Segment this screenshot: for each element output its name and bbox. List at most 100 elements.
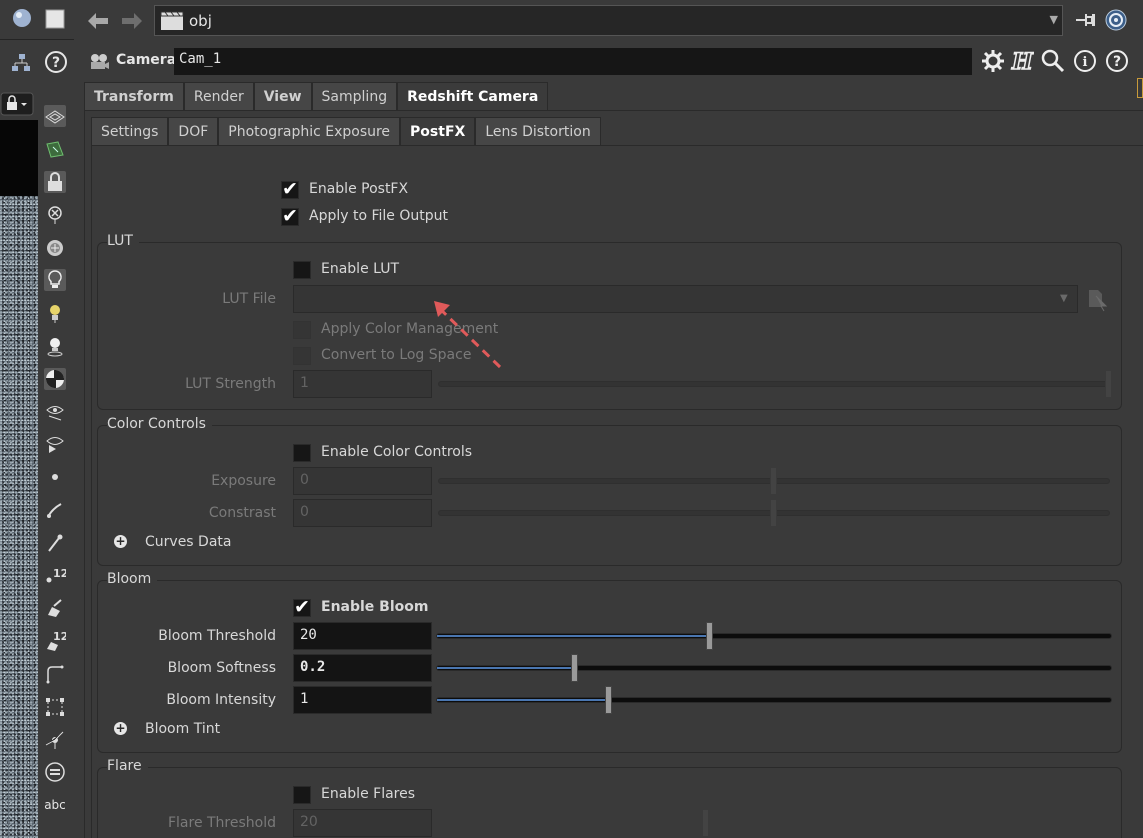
lock-dropdown-icon[interactable] [0, 92, 34, 116]
tab-settings[interactable]: Settings [91, 117, 169, 145]
box-icon[interactable] [44, 8, 66, 30]
tab-postfx[interactable]: PostFX [400, 117, 476, 145]
flare-threshold-handle[interactable] [702, 809, 709, 837]
tab-lens-distortion[interactable]: Lens Distortion [475, 117, 601, 145]
sphere-icon[interactable] [10, 6, 34, 32]
bloom-softness-slider[interactable] [436, 665, 1112, 671]
tool-camera-play[interactable] [40, 428, 70, 461]
back-arrow-icon[interactable] [86, 8, 112, 34]
bloom-tint-label[interactable]: Bloom Tint [145, 721, 220, 737]
bloom-intensity-handle[interactable] [605, 686, 612, 714]
lut-strength-field[interactable]: 1 [293, 370, 432, 398]
tab-photographic-exposure[interactable]: Photographic Exposure [218, 117, 401, 145]
bloom-softness-fill [437, 667, 572, 669]
operator-name-field[interactable]: Cam_1 [174, 48, 972, 75]
lut-file-dropdown-icon[interactable]: ▼ [1060, 293, 1068, 304]
log-space-checkbox[interactable] [293, 347, 311, 365]
bloom-intensity-field[interactable]: 1 [293, 686, 432, 714]
exposure-field[interactable]: 0 [293, 467, 432, 495]
tool-joint[interactable] [40, 723, 70, 756]
enable-lut-checkbox[interactable] [293, 261, 311, 279]
help-icon[interactable]: ? [1104, 48, 1130, 74]
tool-numeric-paint[interactable]: 12 [40, 625, 70, 658]
flare-threshold-field[interactable]: 20 [293, 809, 432, 837]
bloom-threshold-slider[interactable] [436, 633, 1112, 639]
tool-ortho-grid[interactable] [40, 100, 70, 133]
lut-file-label: LUT File [222, 291, 276, 307]
tool-paint[interactable] [40, 592, 70, 625]
tab-view[interactable]: View [253, 82, 312, 110]
contrast-label: Constrast [208, 505, 276, 521]
lut-strength-slider[interactable] [438, 381, 1110, 387]
apply-color-management-checkbox[interactable] [293, 321, 311, 339]
enable-bloom-checkbox[interactable]: ✔ [293, 596, 311, 618]
tool-ghost[interactable] [40, 198, 70, 231]
tab-dof[interactable]: DOF [168, 117, 219, 145]
tool-pin[interactable] [40, 526, 70, 559]
help-icon[interactable]: ? [44, 50, 68, 74]
sphere-light-icon [44, 237, 66, 259]
forward-arrow-icon[interactable] [118, 8, 144, 34]
link-target-icon[interactable] [1104, 8, 1128, 32]
enable-flares-checkbox[interactable] [293, 786, 311, 804]
gear-icon[interactable] [980, 48, 1006, 74]
enable-color-controls-checkbox[interactable] [293, 444, 311, 462]
hook-icon [44, 499, 66, 521]
enable-postfx-checkbox[interactable]: ✔ [281, 178, 299, 200]
path-dropdown-icon[interactable]: ▼ [1050, 13, 1058, 26]
lut-strength-slider-handle[interactable] [1105, 370, 1112, 398]
operator-header: Camera Cam_1 H i ? [74, 44, 1143, 78]
left-toolbar-top [0, 0, 74, 40]
exposure-slider-handle[interactable] [770, 467, 777, 495]
tool-bulb-pin[interactable] [40, 330, 70, 363]
contrast-field[interactable]: 0 [293, 499, 432, 527]
tool-font-ball[interactable] [40, 756, 70, 789]
tab-render[interactable]: Render [183, 82, 254, 110]
ghost-x-icon [44, 204, 66, 226]
search-icon[interactable] [1040, 48, 1066, 74]
info-icon[interactable]: i [1072, 48, 1098, 74]
numbered-paint-icon: 12 [44, 630, 66, 652]
lut-file-field[interactable] [293, 285, 1078, 313]
file-browse-icon[interactable] [1086, 286, 1110, 312]
tool-curve[interactable] [40, 658, 70, 691]
color-controls-group [97, 425, 1122, 566]
bloom-softness-handle[interactable] [571, 654, 579, 682]
tab-sampling[interactable]: Sampling [311, 82, 398, 110]
bloom-softness-field[interactable]: 0.2 [293, 654, 432, 682]
tool-numeric-point[interactable]: 12 [40, 559, 70, 592]
bloom-threshold-handle[interactable] [706, 622, 714, 650]
bloom-threshold-field[interactable]: 20 [293, 622, 432, 650]
curves-expand-icon[interactable]: + [114, 535, 127, 548]
checkmark-icon: ✔ [282, 205, 298, 227]
network-tree-icon[interactable] [10, 52, 34, 76]
bloom-tint-expand-icon[interactable]: + [114, 722, 127, 735]
right-edge-marker [1137, 78, 1143, 98]
contrast-slider-handle[interactable] [770, 499, 777, 527]
tool-lock[interactable] [40, 166, 70, 199]
tool-bulb[interactable] [40, 264, 70, 297]
tool-text[interactable]: abc [40, 789, 70, 822]
tool-point[interactable] [40, 461, 70, 494]
paint-brush-icon [44, 597, 66, 619]
parameter-editor: ? 12 12 abc obj ▼ Camera Cam_1 H i ? Tra… [0, 0, 1143, 838]
camera-node-icon [88, 50, 110, 72]
curves-data-label[interactable]: Curves Data [145, 534, 231, 550]
tool-snap-plane[interactable] [40, 133, 70, 166]
bloom-intensity-slider[interactable] [436, 697, 1112, 703]
tool-camera-eye[interactable] [40, 395, 70, 428]
tool-box-points[interactable] [40, 690, 70, 723]
path-field[interactable]: obj ▼ [154, 5, 1063, 36]
dot-icon [44, 466, 66, 488]
network-path-bar: obj ▼ [74, 0, 1143, 42]
lock-icon [44, 170, 66, 193]
tool-bend[interactable] [40, 494, 70, 527]
tab-redshift-camera[interactable]: Redshift Camera [397, 82, 549, 110]
tool-bulb-yellow[interactable] [40, 297, 70, 330]
pin-icon[interactable] [1074, 8, 1098, 32]
tool-env[interactable] [40, 362, 70, 395]
apply-file-output-checkbox[interactable]: ✔ [281, 205, 299, 227]
houdini-h-icon[interactable]: H [1008, 48, 1035, 76]
tool-sphere-light[interactable] [40, 231, 70, 264]
tab-transform[interactable]: Transform [84, 82, 184, 110]
